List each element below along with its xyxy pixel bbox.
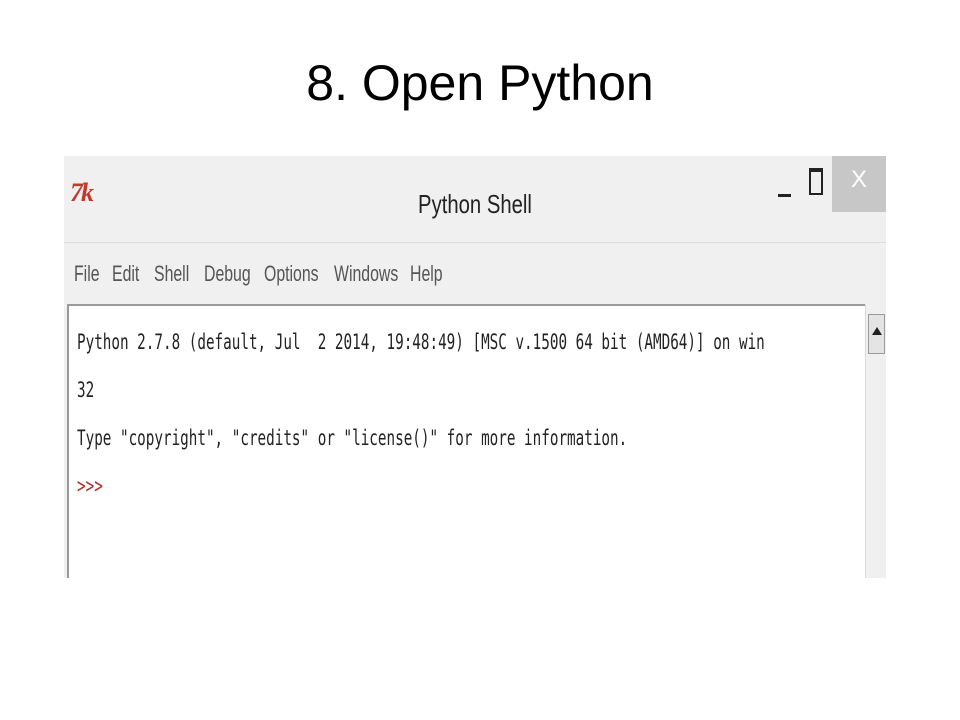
- menu-options[interactable]: Options: [264, 259, 319, 289]
- shell-output-line: Python 2.7.8 (default, Jul 2 2014, 19:48…: [77, 330, 765, 354]
- menu-edit[interactable]: Edit: [112, 259, 139, 289]
- close-button[interactable]: X: [832, 156, 886, 212]
- maximize-button[interactable]: [802, 164, 828, 204]
- python-shell-window: 7k Python Shell X File Edit Shell Debug …: [64, 156, 886, 578]
- menu-windows[interactable]: Windows: [334, 259, 398, 289]
- shell-output-line: Type "copyright", "credits" or "license(…: [77, 426, 628, 450]
- minimize-icon: [778, 194, 791, 197]
- menu-help[interactable]: Help: [410, 259, 443, 289]
- menu-file[interactable]: File: [74, 259, 100, 289]
- vertical-scrollbar[interactable]: [865, 304, 886, 578]
- menu-bar: File Edit Shell Debug Options Windows He…: [64, 242, 886, 303]
- shell-output-line: 32: [77, 378, 95, 402]
- shell-prompt: >>>: [77, 474, 103, 498]
- maximize-icon: [809, 168, 823, 195]
- arrow-up-icon: [872, 327, 882, 335]
- window-title: Python Shell: [418, 189, 532, 219]
- minimize-button[interactable]: [770, 164, 796, 204]
- menu-debug[interactable]: Debug: [204, 259, 251, 289]
- scroll-up-button[interactable]: [868, 314, 885, 354]
- menu-shell[interactable]: Shell: [154, 259, 189, 289]
- slide-title: 8. Open Python: [306, 55, 654, 111]
- title-bar[interactable]: 7k Python Shell X: [64, 156, 886, 242]
- shell-text-area[interactable]: Python 2.7.8 (default, Jul 2 2014, 19:48…: [67, 304, 865, 578]
- idle-icon: 7k: [70, 178, 94, 207]
